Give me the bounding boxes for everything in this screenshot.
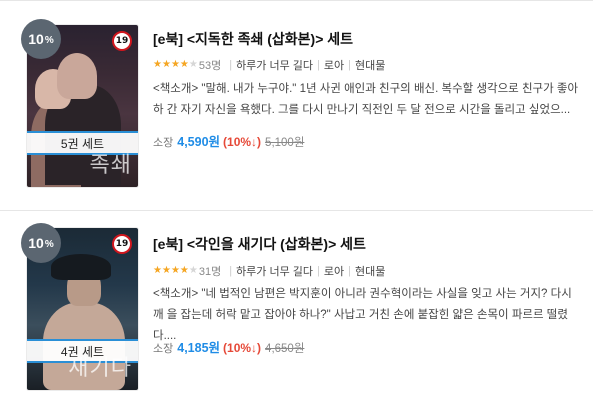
age-19-badge-icon: 19 bbox=[112, 31, 132, 51]
discount-badge-value: 10 bbox=[28, 31, 44, 47]
star-icon: ★ bbox=[153, 265, 162, 276]
rating-count: 53명 bbox=[198, 60, 222, 72]
cover-title-art: 새기다 bbox=[68, 356, 132, 381]
meta-separator: | bbox=[317, 59, 320, 71]
discount-rate: (10%↓) bbox=[223, 341, 262, 355]
discount-rate: (10%↓) bbox=[223, 135, 262, 149]
age-19-badge-icon: 19 bbox=[112, 234, 132, 254]
genre-link[interactable]: 로아 bbox=[324, 57, 344, 73]
star-icon: ★ bbox=[188, 59, 198, 70]
star-icon: ★ bbox=[188, 265, 198, 276]
cover-art-figure bbox=[57, 53, 97, 99]
meta-separator: | bbox=[317, 265, 320, 277]
genre-link[interactable]: 로아 bbox=[324, 263, 344, 279]
owned-label: 소장 bbox=[153, 137, 174, 149]
author-link[interactable]: 하루가 너무 길다 bbox=[236, 57, 313, 73]
sale-price: 4,185원 bbox=[177, 341, 221, 355]
star-icon: ★ bbox=[179, 59, 189, 70]
meta-separator: | bbox=[348, 59, 351, 71]
price-row: 소장 4,185원 (10%↓) 4,650원 bbox=[153, 337, 304, 356]
book-item[interactable]: 10% 19 5권 세트 족쇄 [e북] <지독한 족쇄 (삽화본)> 세트 ★… bbox=[0, 0, 593, 200]
rating-count: 31명 bbox=[198, 266, 222, 278]
original-price: 4,650원 bbox=[265, 343, 305, 355]
price-row: 소장 4,590원 (10%↓) 5,100원 bbox=[153, 131, 304, 150]
star-icon: ★ bbox=[170, 59, 180, 70]
book-meta: ★ ★ ★ ★ ★ 31명 | 하루가 너무 길다 | 로아 | 현대물 bbox=[153, 263, 385, 279]
star-icon: ★ bbox=[153, 59, 162, 70]
cover-art-figure bbox=[51, 254, 111, 280]
book-description[interactable]: <책소개> "말해. 내가 누구야." 1년 사귄 애인과 친구의 배신. 복수… bbox=[153, 79, 585, 121]
meta-separator: | bbox=[229, 265, 233, 277]
owned-label: 소장 bbox=[153, 343, 174, 355]
rating-stars: ★ ★ ★ ★ ★ bbox=[153, 60, 198, 70]
category-link[interactable]: 현대물 bbox=[355, 57, 385, 73]
category-link[interactable]: 현대물 bbox=[355, 263, 385, 279]
discount-badge: 10% bbox=[21, 223, 61, 263]
discount-badge-unit: % bbox=[44, 239, 54, 250]
discount-badge-value: 10 bbox=[28, 235, 44, 251]
book-title[interactable]: [e북] <각인을 새기다 (삽화본)> 세트 bbox=[153, 234, 366, 254]
rating-stars: ★ ★ ★ ★ ★ bbox=[153, 266, 198, 276]
book-meta: ★ ★ ★ ★ ★ 53명 | 하루가 너무 길다 | 로아 | 현대물 bbox=[153, 57, 385, 73]
cover-title-art: 족쇄 bbox=[89, 153, 132, 178]
book-title[interactable]: [e북] <지독한 족쇄 (삽화본)> 세트 bbox=[153, 29, 353, 49]
original-price: 5,100원 bbox=[265, 137, 305, 149]
star-icon: ★ bbox=[161, 265, 171, 276]
meta-separator: | bbox=[348, 265, 351, 277]
discount-badge-unit: % bbox=[44, 35, 54, 46]
book-item[interactable]: 10% 19 4권 세트 새기다 [e북] <각인을 새기다 (삽화본)> 세트… bbox=[0, 205, 593, 405]
sale-price: 4,590원 bbox=[177, 135, 221, 149]
star-icon: ★ bbox=[170, 265, 180, 276]
meta-separator: | bbox=[229, 59, 233, 71]
discount-badge: 10% bbox=[21, 19, 61, 59]
star-icon: ★ bbox=[179, 265, 189, 276]
author-link[interactable]: 하루가 너무 길다 bbox=[236, 263, 313, 279]
star-icon: ★ bbox=[161, 59, 171, 70]
